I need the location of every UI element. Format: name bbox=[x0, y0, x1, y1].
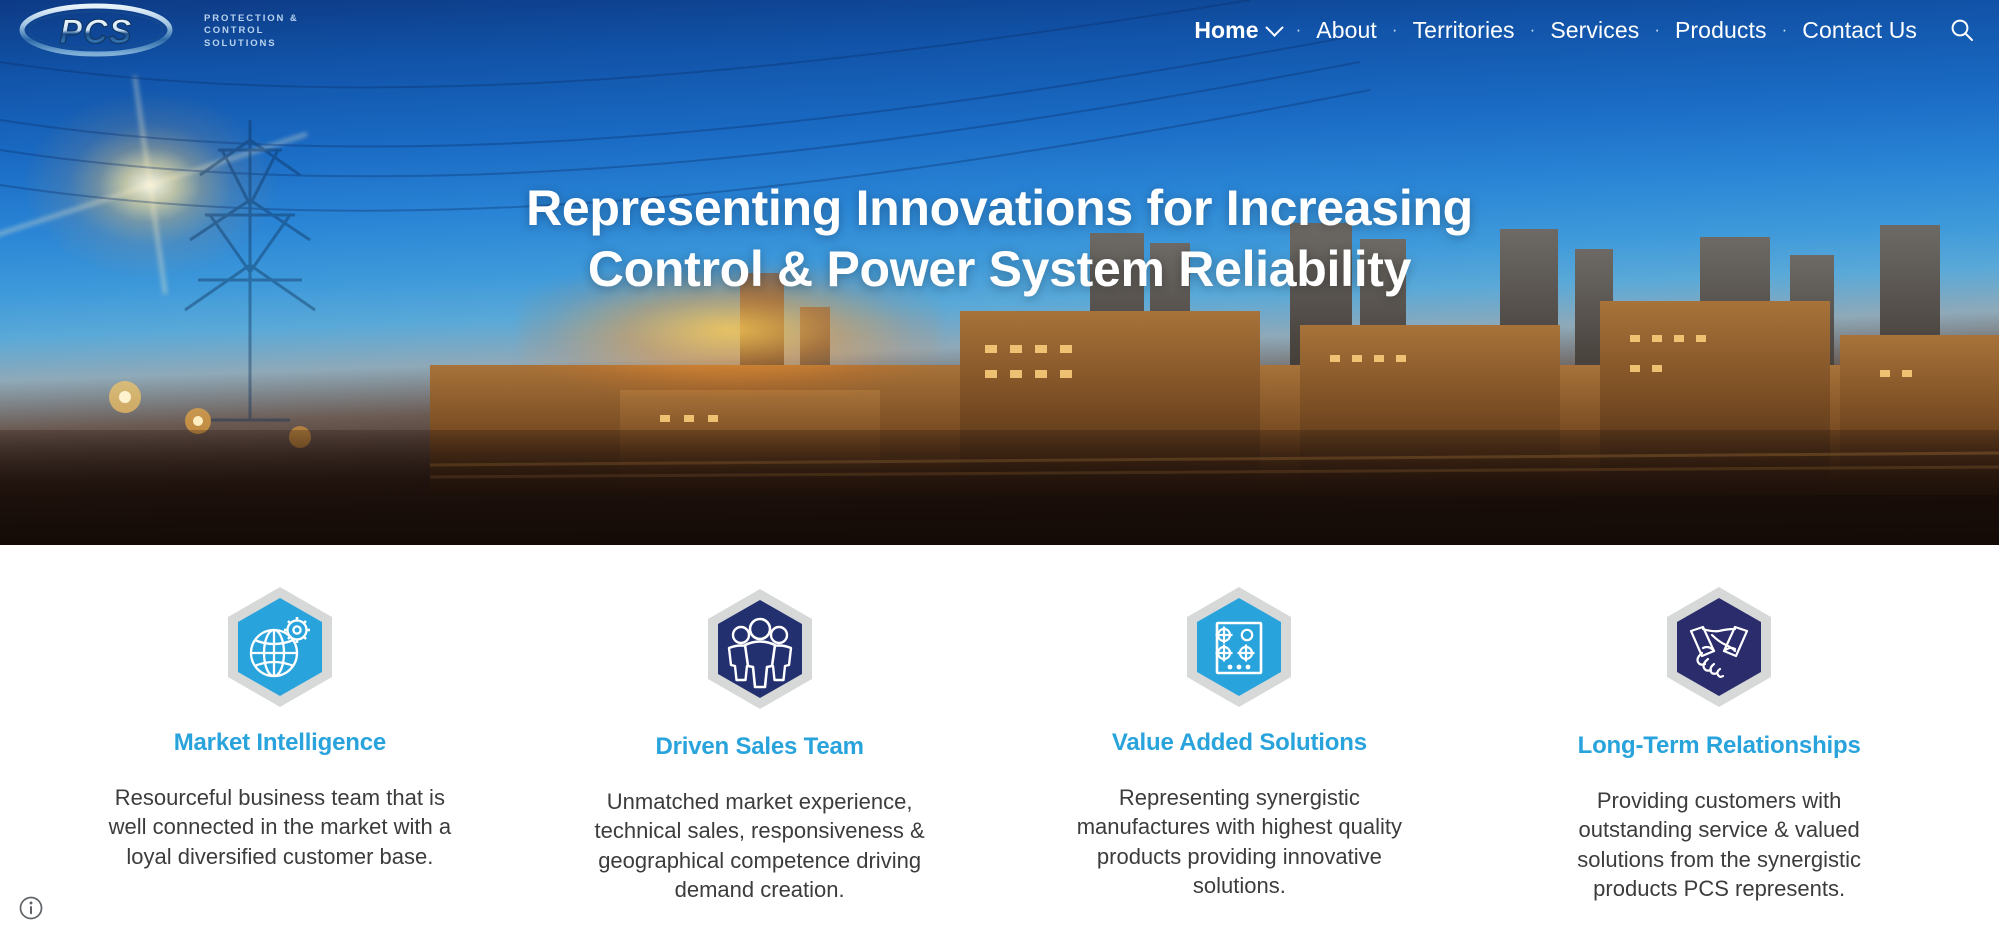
nav-separator: · bbox=[1295, 20, 1302, 39]
nav-item-contact-us[interactable]: Contact Us bbox=[1800, 13, 1919, 48]
nav-item-home[interactable]: Home bbox=[1192, 13, 1284, 48]
hero-section: PCS PROTECTION & CONTROL SOLUTIONS Home … bbox=[0, 0, 1999, 545]
feature-title: Driven Sales Team bbox=[655, 733, 864, 760]
hero-heading-line-2: Control & Power System Reliability bbox=[587, 241, 1412, 297]
logo-tagline-line-2: CONTROL bbox=[204, 25, 265, 37]
pcs-logo-mark: PCS bbox=[18, 3, 200, 57]
info-badge-button[interactable] bbox=[18, 895, 44, 921]
feature-title: Value Added Solutions bbox=[1111, 729, 1367, 756]
nav-separator: · bbox=[1391, 20, 1398, 39]
features-section: Market Intelligence Resourceful business… bbox=[0, 545, 1999, 904]
globe-gear-icon bbox=[227, 587, 332, 707]
feature-title: Long-Term Relationships bbox=[1577, 732, 1861, 759]
svg-text:PCS: PCS bbox=[60, 13, 133, 51]
hero-heading-line-1: Representing Innovations for Increasing bbox=[526, 180, 1473, 236]
nav-separator: · bbox=[1654, 20, 1660, 39]
nav-label-home: Home bbox=[1194, 16, 1259, 43]
hero-foreground-shadow bbox=[0, 430, 1999, 545]
logo-tagline-line-3: SOLUTIONS bbox=[204, 37, 277, 49]
handshake-icon bbox=[1667, 587, 1772, 707]
feature-description: Resourceful business team that is well c… bbox=[108, 785, 452, 869]
nav-separator: · bbox=[1781, 20, 1788, 39]
nav-item-territories[interactable]: Territories bbox=[1411, 13, 1517, 48]
feature-card-driven-sales-team: Driven Sales Team Unmatched market exper… bbox=[520, 583, 1000, 904]
search-button[interactable] bbox=[1947, 15, 1977, 45]
feature-description: Representing synergistic manufactures wi… bbox=[1076, 785, 1403, 898]
feature-icon-wrapper bbox=[1655, 583, 1783, 711]
nav-item-products[interactable]: Products bbox=[1673, 13, 1769, 48]
search-icon bbox=[1951, 19, 1973, 41]
control-panel-icon bbox=[1187, 587, 1292, 707]
feature-icon-wrapper bbox=[1175, 583, 1303, 711]
logo-tagline-line-1: PROTECTION & bbox=[204, 12, 299, 24]
nav-item-services[interactable]: Services bbox=[1548, 13, 1641, 48]
people-group-icon bbox=[707, 589, 812, 709]
feature-description: Unmatched market experience, technical s… bbox=[594, 789, 925, 902]
feature-card-long-term-relationships: Long-Term Relationships Providing custom… bbox=[1479, 583, 1959, 904]
nav-separator: · bbox=[1529, 20, 1536, 39]
feature-description: Providing customers with outstanding ser… bbox=[1577, 788, 1861, 901]
main-navigation: Home · About · Territories · Services · … bbox=[1192, 13, 1999, 48]
feature-icon-wrapper bbox=[696, 585, 824, 713]
feature-card-value-added-solutions: Value Added Solutions Representing syner… bbox=[1000, 583, 1480, 904]
feature-title: Market Intelligence bbox=[173, 729, 387, 756]
feature-card-market-intelligence: Market Intelligence Resourceful business… bbox=[40, 583, 520, 904]
info-circle-icon bbox=[19, 896, 43, 920]
hero-heading: Representing Innovations for Increasing … bbox=[0, 178, 1999, 300]
chevron-down-icon[interactable] bbox=[1264, 17, 1284, 37]
feature-icon-wrapper bbox=[216, 583, 344, 711]
nav-item-about[interactable]: About bbox=[1314, 13, 1379, 48]
site-header: PCS PROTECTION & CONTROL SOLUTIONS Home … bbox=[0, 0, 1999, 60]
logo-tagline: PROTECTION & CONTROL SOLUTIONS bbox=[204, 12, 299, 49]
site-logo[interactable]: PCS PROTECTION & CONTROL SOLUTIONS bbox=[18, 3, 299, 57]
